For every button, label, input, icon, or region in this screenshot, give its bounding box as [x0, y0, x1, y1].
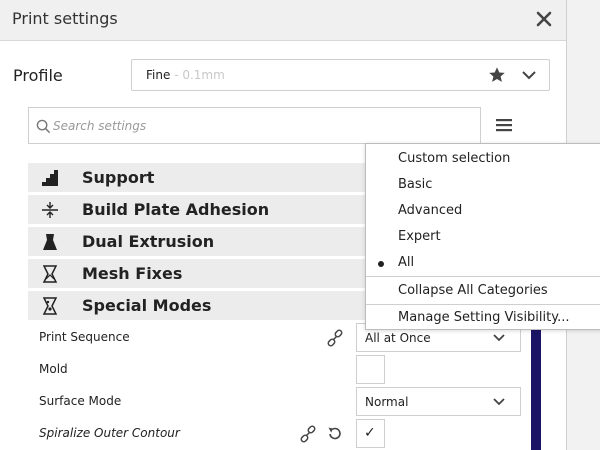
category-support[interactable]: Support [28, 163, 368, 192]
menu-divider [366, 276, 600, 277]
category-label: Mesh Fixes [82, 264, 183, 283]
setting-surface-mode: Surface Mode Normal [28, 386, 528, 418]
menu-item-expert[interactable]: Expert [366, 224, 600, 250]
panel-title: Print settings [12, 9, 118, 28]
menu-item-custom-selection[interactable]: Custom selection [366, 146, 600, 172]
category-mesh-fixes[interactable]: Mesh Fixes [28, 259, 368, 288]
setting-label: Spiralize Outer Contour [39, 426, 180, 440]
check-icon: ✓ [364, 425, 376, 441]
profile-label: Profile [13, 66, 63, 85]
profile-selector[interactable]: Fine - 0.1mm [131, 59, 550, 91]
setting-label: Surface Mode [39, 394, 122, 408]
title-bar: Print settings [0, 0, 566, 41]
profile-name: Fine - 0.1mm [146, 68, 225, 82]
mesh-fixes-icon [42, 265, 58, 283]
category-build-plate-adhesion[interactable]: Build Plate Adhesion [28, 195, 368, 224]
menu-item-advanced[interactable]: Advanced [366, 198, 600, 224]
menu-item-manage-visibility[interactable]: Manage Setting Visibility... [366, 305, 600, 331]
menu-item-basic[interactable]: Basic [366, 172, 600, 198]
category-label: Support [82, 168, 155, 187]
category-label: Special Modes [82, 296, 212, 315]
category-special-modes[interactable]: Special Modes [28, 291, 368, 320]
visibility-menu-button[interactable] [494, 116, 514, 134]
dual-extrusion-icon [43, 234, 57, 250]
support-icon [42, 170, 58, 186]
setting-spiralize-outer-contour: Spiralize Outer Contour ✓ [28, 418, 528, 450]
star-icon[interactable] [488, 66, 506, 84]
chevron-down-icon [522, 71, 536, 80]
category-label: Dual Extrusion [82, 232, 215, 251]
surface-mode-select[interactable]: Normal [356, 387, 521, 416]
special-modes-icon [42, 297, 58, 315]
setting-mold: Mold [28, 354, 528, 386]
link-icon [327, 329, 343, 347]
search-box [28, 107, 481, 144]
close-icon[interactable] [534, 9, 554, 29]
menu-item-all[interactable]: All [366, 250, 600, 276]
link-icon [300, 425, 316, 443]
spiralize-checkbox[interactable]: ✓ [356, 419, 385, 448]
mold-checkbox[interactable] [356, 355, 385, 384]
search-input[interactable] [53, 117, 473, 135]
chevron-down-icon [493, 334, 505, 342]
chevron-down-icon [493, 398, 505, 406]
category-label: Build Plate Adhesion [82, 200, 270, 219]
reset-icon[interactable] [326, 425, 344, 443]
search-icon [36, 119, 51, 134]
adhesion-icon [42, 202, 58, 218]
category-dual-extrusion[interactable]: Dual Extrusion [28, 227, 368, 256]
setting-visibility-menu: Custom selection Basic Advanced Expert A… [365, 143, 600, 330]
setting-label: Print Sequence [39, 330, 130, 344]
scrollbar[interactable] [531, 325, 541, 450]
menu-item-collapse-all[interactable]: Collapse All Categories [366, 278, 600, 304]
setting-label: Mold [39, 362, 68, 376]
selected-bullet-icon [378, 261, 384, 267]
